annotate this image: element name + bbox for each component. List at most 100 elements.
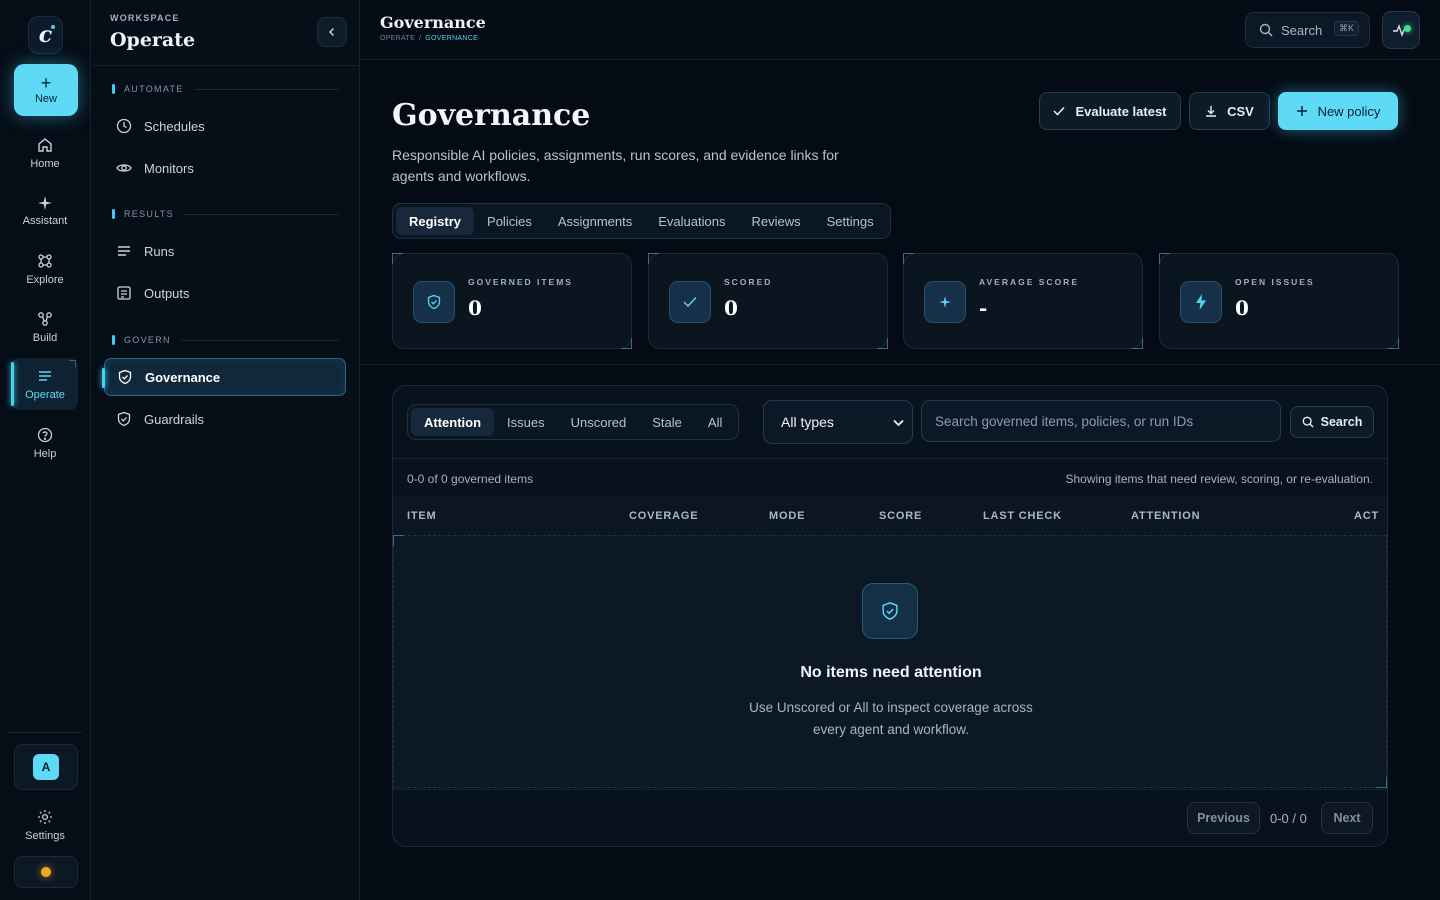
filter-stale[interactable]: Stale [639,408,695,436]
breadcrumb-current: GOVERNANCE [425,35,479,42]
pager-info: 0-0 / 0 [1270,811,1307,826]
rail-label-operate: Operate [25,388,65,401]
sparkle-icon [939,296,951,308]
stat-icon-box [669,281,711,323]
rail-label-settings: Settings [25,829,65,842]
app-logo[interactable]: c [28,16,63,54]
tab-policies[interactable]: Policies [474,207,545,235]
card-divider [393,789,1387,790]
new-button[interactable]: + New [14,64,78,116]
rail-label-assistant: Assistant [22,214,68,227]
shield-check-icon [117,411,131,427]
stat-value: 0 [724,296,738,320]
evaluate-latest-button[interactable]: Evaluate latest [1039,92,1181,130]
nav-label-outputs: Outputs [144,285,190,301]
registry-search-button[interactable]: Search [1290,406,1374,438]
column-header-attention[interactable]: ATTENTION [1131,510,1200,522]
rail-item-help[interactable]: Help [12,418,78,468]
nav-item-runs[interactable]: Runs [104,232,346,270]
global-search-button[interactable]: Search ⌘K [1245,12,1370,48]
rail-item-home[interactable]: Home [12,128,78,178]
section-marker [112,335,115,345]
column-header-item[interactable]: ITEM [407,510,436,522]
collapse-panel-button[interactable] [317,17,347,47]
nav-item-guardrails[interactable]: Guardrails [104,400,346,438]
rail-item-settings[interactable]: Settings [12,800,78,850]
nav-label-schedules: Schedules [144,118,205,134]
breadcrumb: OPERATE / GOVERNANCE [380,35,478,42]
nav-item-outputs[interactable]: Outputs [104,274,346,312]
stat-icon-box [413,281,455,323]
shortcut-badge: ⌘K [1333,21,1359,36]
empty-state-title: No items need attention [800,664,982,681]
section-marker [112,209,115,219]
rail-item-build[interactable]: Build [12,302,78,352]
build-icon [38,311,52,326]
user-avatar-button[interactable]: A [14,744,78,790]
side-panel: WORKSPACE Operate AUTOMATE Schedules Mon… [92,0,360,900]
tab-settings[interactable]: Settings [814,207,887,235]
csv-export-button[interactable]: CSV [1189,92,1270,130]
section-label-automate: AUTOMATE [124,84,184,94]
result-count: 0-0 of 0 governed items [407,472,534,486]
stat-card-open-issues: OPEN ISSUES 0 [1159,253,1399,349]
plus-icon: + [40,73,52,93]
section-rule [180,339,339,341]
table-header: ITEM COVERAGE MODE SCORE LAST CHECK ATTE… [393,497,1387,535]
tab-evaluations[interactable]: Evaluations [645,207,738,235]
stat-icon-box [924,281,966,323]
attention-filter-tabs: Attention Issues Unscored Stale All [407,404,740,440]
nav-item-schedules[interactable]: Schedules [104,107,346,145]
type-select[interactable]: All types [763,400,913,444]
activity-button[interactable] [1382,11,1420,49]
section-results: RESULTS [112,207,339,221]
tab-registry[interactable]: Registry [396,207,475,235]
column-header-mode[interactable]: MODE [769,510,805,522]
top-bar: Governance OPERATE / GOVERNANCE Search ⌘K [360,0,1440,60]
status-dot [41,867,51,877]
new-policy-button[interactable]: New policy [1278,92,1398,130]
registry-search-field[interactable] [921,400,1281,442]
breadcrumb-item[interactable]: OPERATE [380,35,415,42]
previous-page-button[interactable]: Previous [1187,802,1260,834]
rail-item-assistant[interactable]: Assistant [12,186,78,236]
section-automate: AUTOMATE [112,82,339,96]
section-rule [183,213,339,215]
breadcrumb-separator: / [419,35,422,42]
filter-issues[interactable]: Issues [494,408,558,436]
stat-label: GOVERNED ITEMS [468,277,573,287]
column-header-score[interactable]: SCORE [879,510,922,522]
filter-unscored[interactable]: Unscored [558,408,640,436]
column-header-coverage[interactable]: COVERAGE [629,510,698,522]
section-marker [112,84,115,94]
nav-label-runs: Runs [144,243,175,259]
filter-all[interactable]: All [695,408,735,436]
result-hint: Showing items that need review, scoring,… [1065,472,1374,486]
search-icon [1259,23,1273,37]
nav-item-monitors[interactable]: Monitors [104,149,346,187]
next-page-button[interactable]: Next [1321,802,1373,834]
section-label-results: RESULTS [124,209,174,219]
page-tabs: Registry Policies Assignments Evaluation… [392,203,891,239]
nav-item-governance[interactable]: Governance [102,358,346,396]
stat-card-average-score: AVERAGE SCORE - [903,253,1143,349]
column-header-actions[interactable]: ACT [1354,510,1379,522]
rail-item-explore[interactable]: Explore [12,244,78,294]
registry-card: Attention Issues Unscored Stale All All … [392,385,1388,847]
home-icon [38,137,52,152]
explore-icon [38,253,52,268]
chevron-left-icon [328,27,335,37]
stat-value: 0 [468,296,482,320]
status-indicator[interactable] [14,856,78,888]
panel-header: WORKSPACE Operate [92,0,360,66]
sparkle-icon [38,195,52,210]
column-header-last-check[interactable]: LAST CHECK [983,510,1062,522]
workspace-name: Operate [110,29,196,51]
tab-reviews[interactable]: Reviews [738,207,813,235]
operate-icon [39,370,51,381]
filter-attention[interactable]: Attention [411,408,495,436]
live-indicator [1404,25,1411,32]
registry-search-input[interactable] [935,413,1280,429]
rail-item-operate[interactable]: Operate [11,358,78,410]
tab-assignments[interactable]: Assignments [545,207,645,235]
